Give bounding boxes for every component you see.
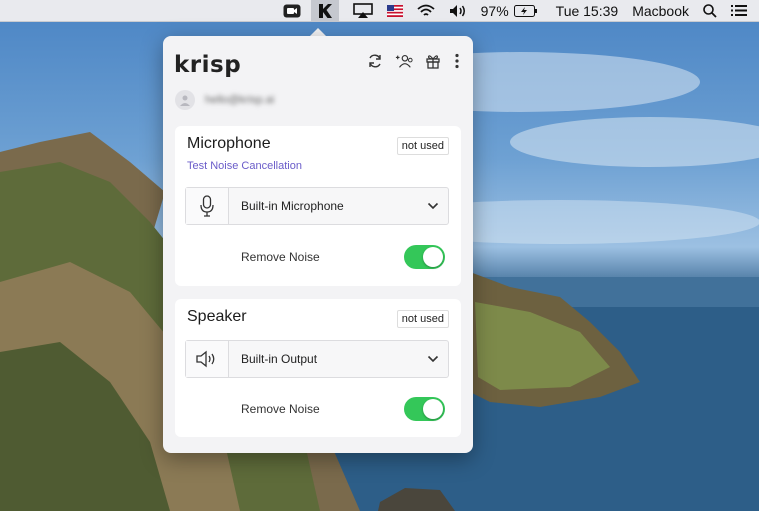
spotlight-icon[interactable] <box>703 0 717 22</box>
menu-bar: 97% Tue 15:39 Macbook <box>0 0 759 22</box>
speaker-icon <box>186 341 229 377</box>
microphone-card: Microphone not used Test Noise Cancellat… <box>175 126 461 286</box>
refresh-icon[interactable] <box>366 52 384 70</box>
gift-icon[interactable] <box>424 52 442 70</box>
krisp-icon[interactable] <box>310 0 339 22</box>
control-center-icon[interactable] <box>731 0 747 22</box>
battery-percent-text: 97% <box>480 2 509 19</box>
chevron-down-icon <box>418 202 448 210</box>
battery-percent: 97% <box>481 0 509 22</box>
microphone-remove-noise-label: Remove Noise <box>241 250 320 264</box>
test-noise-cancellation-link[interactable]: Test Noise Cancellation <box>187 160 302 172</box>
microphone-status-badge: not used <box>396 137 449 155</box>
wifi-icon[interactable] <box>417 0 435 22</box>
toggle-knob <box>423 247 443 267</box>
add-user-icon[interactable] <box>395 52 413 70</box>
speaker-remove-noise-label: Remove Noise <box>241 402 320 416</box>
toggle-knob <box>423 399 443 419</box>
krisp-popover: krisp hello@krisp.ai Microphone not used… <box>163 36 473 453</box>
speaker-card: Speaker not used Built-in Output Remove … <box>175 299 461 437</box>
microphone-remove-noise-row: Remove Noise <box>185 244 449 270</box>
clock[interactable]: Tue 15:39 <box>556 0 619 22</box>
microphone-device-select[interactable]: Built-in Microphone <box>185 187 449 225</box>
microphone-remove-noise-toggle[interactable] <box>404 245 445 269</box>
us-flag-icon[interactable] <box>386 0 403 22</box>
airplay-icon[interactable] <box>352 0 373 22</box>
microphone-device-name: Built-in Microphone <box>241 199 344 213</box>
speaker-title: Speaker <box>187 308 247 325</box>
zoom-icon[interactable] <box>283 0 301 22</box>
account-email: hello@krisp.ai <box>205 94 275 106</box>
speaker-device-select[interactable]: Built-in Output <box>185 340 449 378</box>
microphone-icon <box>186 188 229 224</box>
speaker-device-name: Built-in Output <box>241 352 318 366</box>
more-icon[interactable] <box>453 52 461 70</box>
host-name-text: Macbook <box>632 2 689 19</box>
volume-icon[interactable] <box>449 0 467 22</box>
host-name[interactable]: Macbook <box>632 0 689 22</box>
user-icon <box>180 95 190 106</box>
header-actions <box>355 52 461 70</box>
speaker-remove-noise-row: Remove Noise <box>185 396 449 422</box>
speaker-status-badge: not used <box>396 310 449 328</box>
krisp-logo: krisp <box>174 52 242 78</box>
clock-text: Tue 15:39 <box>555 2 619 19</box>
account-row: hello@krisp.ai <box>175 90 274 110</box>
avatar[interactable] <box>175 90 195 110</box>
speaker-remove-noise-toggle[interactable] <box>404 397 445 421</box>
battery-icon[interactable] <box>513 0 538 22</box>
microphone-title: Microphone <box>187 135 271 152</box>
chevron-down-icon <box>418 355 448 363</box>
